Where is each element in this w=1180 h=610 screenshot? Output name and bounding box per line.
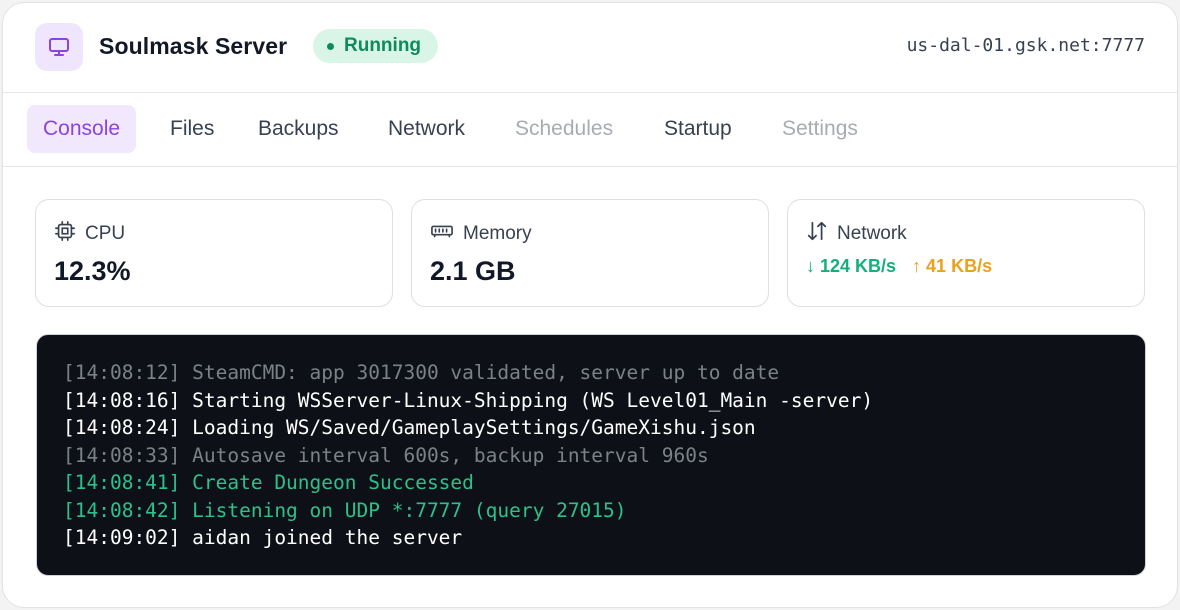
cpu-icon [54,220,76,248]
log-line: [14:08:33] Autosave interval 600s, backu… [63,443,709,467]
tab-bar: Console Files Backups Network Schedules … [3,93,1177,167]
server-title: Soulmask Server [99,33,288,59]
status-dot-icon [327,42,334,50]
network-label: Network [837,223,907,244]
log-line: [14:08:42] Listening on UDP *:7777 (quer… [63,498,627,522]
monitor-icon [35,23,83,71]
memory-value: 2.1 GB [430,256,516,286]
server-panel: Soulmask Server Running us-dal-01.gsk.ne… [2,2,1178,608]
tab-console[interactable]: Console [27,105,137,153]
status-badge: Running [313,29,439,63]
download-rate: ↓ 124 KB/s [806,256,897,276]
tab-startup[interactable]: Startup [648,105,748,153]
log-line: [14:08:41] Create Dungeon Successed [63,471,474,494]
network-card: Network ↓ 124 KB/s ↑ 41 KB/s [787,199,1145,307]
transfer-arrows-icon [806,220,828,248]
log-line: [14:09:02] aidan joined the server [63,526,463,549]
cpu-label: CPU [85,223,126,244]
server-header: Soulmask Server Running us-dal-01.gsk.ne… [3,3,1177,93]
tab-backups[interactable]: Backups [242,105,355,153]
status-label: Running [344,35,422,56]
tab-schedules[interactable]: Schedules [499,105,629,153]
tab-files[interactable]: Files [154,105,230,153]
cpu-card: CPU 12.3% [35,199,393,307]
log-line: [14:08:24] Loading WS/Saved/GameplaySett… [63,416,756,439]
memory-icon [430,220,454,248]
memory-label: Memory [463,223,532,244]
log-line: [14:08:16] Starting WSServer-Linux-Shipp… [63,388,874,412]
log-line: [14:08:12] SteamCMD: app 3017300 validat… [63,361,780,384]
server-address[interactable]: us-dal-01.gsk.net:7777 [907,35,1145,56]
console-output[interactable]: [14:08:12] SteamCMD: app 3017300 validat… [36,334,1146,576]
cpu-value: 12.3% [54,256,131,286]
memory-card: Memory 2.1 GB [411,199,769,307]
upload-rate: ↑ 41 KB/s [912,256,993,276]
tab-network[interactable]: Network [372,105,481,153]
tab-settings[interactable]: Settings [766,105,874,153]
